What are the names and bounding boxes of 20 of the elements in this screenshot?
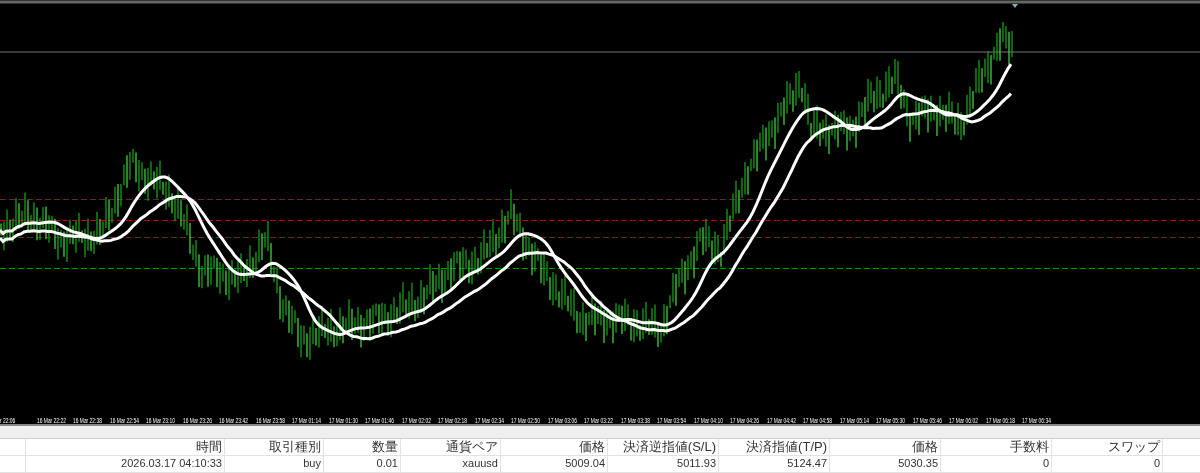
table-cell: 5011.93 [608,456,719,472]
column-header[interactable]: 価格 [830,439,941,455]
column-header[interactable]: 時間 [26,439,225,455]
column-header[interactable]: スワップ [1052,439,1163,455]
table-cell: buy [225,456,324,472]
column-header[interactable]: 価格 [501,439,608,455]
column-header[interactable]: 手数料 [941,439,1052,455]
table-cell: 5030.35 [830,456,941,472]
column-header[interactable]: 取引種別 [225,439,324,455]
column-header[interactable]: 数量 [324,439,401,455]
table-cell: 0 [941,456,1052,472]
table-cell: xauusd [401,456,501,472]
table-cell: 5124.47 [719,456,830,472]
table-cell: 0 [1052,456,1163,472]
table-cell: 2026.03.17 04:10:33 [26,456,225,472]
column-header[interactable]: 決済指値(T/P) [719,439,830,455]
table-cell: 5009.04 [501,456,608,472]
table-cell: 0.01 [324,456,401,472]
column-header[interactable]: 通貨ペア [401,439,501,455]
column-header[interactable]: 決済逆指値(S/L) [608,439,719,455]
